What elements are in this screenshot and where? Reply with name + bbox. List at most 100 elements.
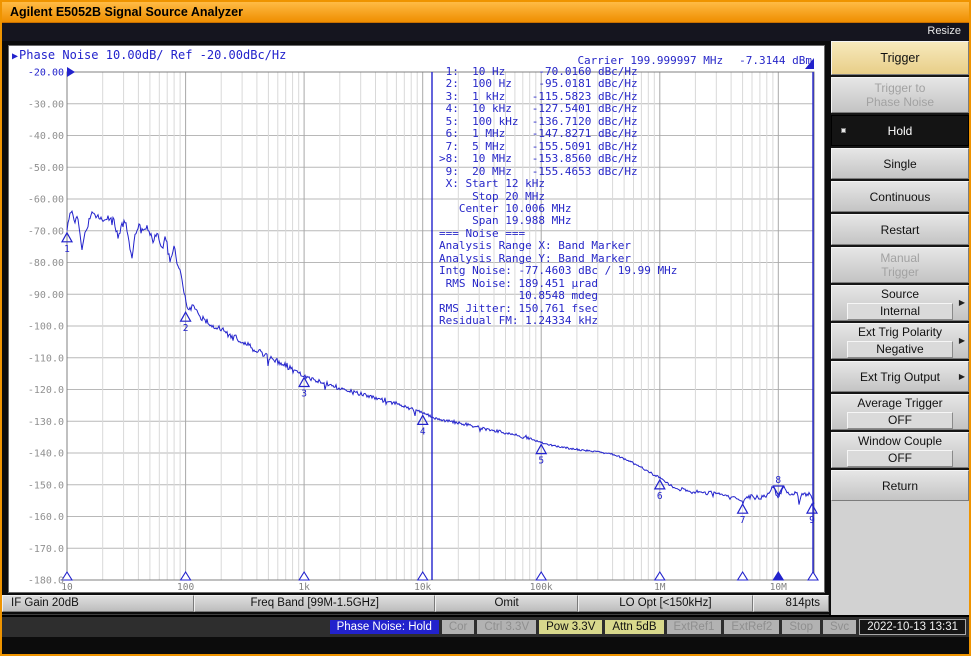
svg-text:7: 7: [740, 515, 746, 526]
status-ctrl-3-3v: Ctrl 3.3V: [477, 620, 537, 634]
svg-text:10k: 10k: [414, 582, 431, 592]
softkey-label: Restart: [880, 222, 920, 237]
phase-noise-panel: 10 100 1k 10k 100k 1M 10M 1 2 3 4 5 6 7 8 9 -20.00 -30.00…: [8, 45, 825, 593]
softkey-menu: Trigger Trigger to Phase Noise Hold Single Co…: [831, 41, 969, 633]
softkey-stack: Trigger Trigger to Phase Noise Hold Single Co…: [831, 41, 969, 501]
main-area: 10 100 1k 10k 100k 1M 10M 1 2 3 4 5 6 7 8 9 -20.00 -30.00…: [2, 41, 969, 633]
softkey-average-trigger[interactable]: Average Trigger OFF: [831, 394, 969, 430]
softkey-window-couple[interactable]: Window Couple OFF: [831, 432, 969, 468]
marker-row: 6: 1 MHz -147.8271 dBc/Hz: [439, 127, 638, 141]
softkey-label: Return: [881, 478, 919, 493]
status-extref1: ExtRef1: [666, 620, 722, 634]
svg-text:4: 4: [420, 426, 426, 437]
instrument-status-bar: Phase Noise: Hold Cor Ctrl 3.3V Pow 3.3V Att…: [2, 615, 969, 637]
status-phase-noise-hold: Phase Noise: Hold: [329, 620, 439, 634]
svg-text:5: 5: [538, 456, 544, 467]
svg-text:-110.0: -110.0: [28, 353, 64, 364]
svg-text:6: 6: [657, 491, 663, 502]
svg-text:1: 1: [64, 244, 70, 255]
svg-text:-120.0: -120.0: [28, 385, 64, 396]
status-stop: Stop: [782, 620, 821, 634]
softkey-restart[interactable]: Restart: [831, 214, 969, 245]
carrier-power: -7.3144 dBm: [739, 54, 812, 67]
field-lo-opt-150khz[interactable]: LO Opt [<150kHz]: [577, 595, 754, 612]
submenu-arrow-icon: ▶: [958, 371, 965, 381]
softkey-value: Internal: [846, 302, 954, 320]
softkey-hold[interactable]: Hold: [831, 115, 969, 146]
softkey-ext-trig-output[interactable]: Ext Trig Output ▶: [831, 361, 969, 392]
trace-marker-icon: ▶: [12, 51, 19, 62]
marker-row: 4: 10 kHz -127.5401 dBc/Hz: [439, 102, 638, 116]
status-pow-3-3v: Pow 3.3V: [539, 620, 603, 634]
status-svc: Svc: [823, 620, 857, 634]
svg-text:-160.0: -160.0: [28, 512, 64, 523]
menu-strip: Resize: [2, 23, 969, 41]
display-column: 10 100 1k 10k 100k 1M 10M 1 2 3 4 5 6 7 8 9 -20.00 -30.00…: [2, 41, 830, 633]
field-freq-band-99m-1-5ghz[interactable]: Freq Band [99M-1.5GHz]: [193, 595, 436, 612]
field-omit[interactable]: Omit: [435, 595, 578, 612]
svg-text:-180.0: -180.0: [28, 576, 64, 587]
svg-text:-40.00: -40.00: [28, 131, 64, 142]
phase-noise-chart: 10 100 1k 10k 100k 1M 10M123456789-20.00-30.00…: [28, 58, 819, 592]
softkey-label: Trigger to Phase Noise: [865, 81, 935, 109]
analysis-line: Intg Noise: -77.4603 dBc / 19.99 MHz: [439, 264, 678, 278]
resize-button[interactable]: Resize: [927, 25, 961, 37]
svg-text:-170.0: -170.0: [28, 544, 64, 555]
softkey-ext-trig-polarity[interactable]: Ext Trig Polarity Negative ▶: [831, 323, 969, 359]
trace-label: ▶Phase Noise 10.00dB/ Ref -20.00dBc/Hz: [12, 48, 287, 62]
svg-text:9: 9: [809, 515, 815, 526]
softkey-label: Ext Trig Output: [859, 369, 941, 384]
softkey-return[interactable]: Return: [831, 470, 969, 501]
svg-text:-150.0: -150.0: [28, 480, 64, 491]
svg-text:-130.0: -130.0: [28, 417, 64, 428]
svg-text:-70.00: -70.00: [28, 226, 64, 237]
softkey-value: OFF: [846, 411, 954, 429]
field-814pts[interactable]: 814pts: [753, 595, 830, 612]
softkey-label: Source: [880, 286, 920, 301]
svg-text:-60.00: -60.00: [28, 195, 64, 206]
svg-text:100k: 100k: [530, 582, 553, 592]
softkey-label: Ext Trig Polarity: [857, 324, 943, 339]
softkey-value: Negative: [846, 340, 954, 358]
field-if-gain-20db[interactable]: IF Gain 20dB: [2, 595, 194, 612]
svg-text:-90.00: -90.00: [28, 290, 64, 301]
status-attn-5db: Attn 5dB: [605, 620, 664, 634]
svg-text:10M: 10M: [770, 582, 787, 592]
softkey-label: Single: [883, 156, 917, 171]
svg-text:-100.0: -100.0: [28, 322, 64, 333]
softkey-label: Hold: [887, 123, 913, 138]
softkey-label: Continuous: [869, 189, 931, 204]
softkey-label: Window Couple: [857, 433, 943, 448]
softkey-trigger-to-phase-noise[interactable]: Trigger to Phase Noise: [831, 77, 969, 113]
submenu-arrow-icon: ▶: [958, 298, 965, 307]
softkey-label: Average Trigger: [857, 395, 943, 410]
softkey-field-row: IF Gain 20dB Freq Band [99M-1.5GHz] Omit LO…: [2, 595, 830, 612]
svg-text:-80.00: -80.00: [28, 258, 64, 269]
softkey-trigger[interactable]: Trigger: [831, 41, 969, 75]
svg-text:-50.00: -50.00: [28, 163, 64, 174]
softkey-label: Trigger: [880, 51, 920, 65]
svg-text:1M: 1M: [654, 582, 666, 592]
softkey-manual-trigger[interactable]: Manual Trigger: [831, 247, 969, 283]
softkey-single[interactable]: Single: [831, 148, 969, 179]
analysis-line: 10.8548 mdeg: [439, 289, 598, 303]
svg-text:1k: 1k: [298, 582, 310, 592]
svg-text:8: 8: [775, 475, 781, 486]
analysis-line: Residual FM: 1.24334 kHz: [439, 314, 598, 328]
submenu-arrow-icon: ▶: [958, 336, 965, 345]
title-bar: Agilent E5052B Signal Source Analyzer: [2, 2, 969, 23]
softkey-continuous[interactable]: Continuous: [831, 181, 969, 212]
analysis-line: X: Start 12 kHz: [439, 177, 545, 191]
softkey-source[interactable]: Source Internal ▶: [831, 285, 969, 321]
svg-text:3: 3: [301, 389, 307, 400]
instrument-screen: Agilent E5052B Signal Source Analyzer Re…: [0, 0, 971, 656]
softkey-label: Manual Trigger: [880, 251, 920, 279]
svg-text:-20.00: -20.00: [28, 68, 64, 79]
svg-text:100: 100: [177, 582, 194, 592]
marker-row: >8: 10 MHz -153.8560 dBc/Hz: [439, 152, 638, 166]
softkey-value: OFF: [846, 449, 954, 467]
status-extref2: ExtRef2: [724, 620, 780, 634]
svg-text:2: 2: [183, 323, 189, 334]
marker-table: 1: 10 Hz -70.0160 dBc/Hz 2: 100 Hz -95.0…: [439, 65, 678, 328]
analysis-line: Analysis Range X: Band Marker: [439, 239, 632, 253]
